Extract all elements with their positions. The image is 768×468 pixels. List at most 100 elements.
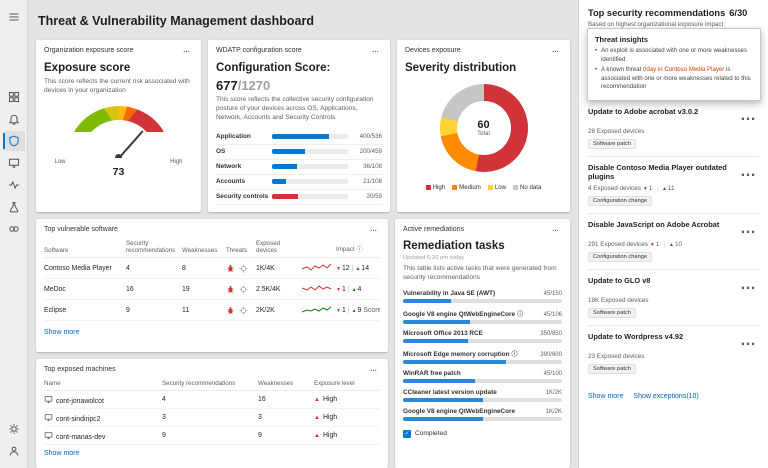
more-options-icon[interactable] <box>738 107 759 125</box>
more-options-icon[interactable] <box>550 226 562 233</box>
recommendation-item[interactable]: Update to GLO v8 18K Exposed devices Sof… <box>588 270 759 326</box>
legend-swatch <box>426 185 431 190</box>
more-options-icon[interactable] <box>738 276 759 294</box>
recommendation-item[interactable]: Update to Wordpress v4.92 23 Exposed dev… <box>588 326 759 381</box>
score-impact-up: 10 <box>669 241 682 248</box>
machine-icon <box>44 434 56 441</box>
info-icon <box>515 311 523 318</box>
sidebar-item-menu[interactable] <box>3 7 25 27</box>
table-row[interactable]: Eclipse 9 11 2K/2K 19Score <box>44 300 380 321</box>
show-more-link[interactable]: Show more <box>44 329 79 336</box>
recommendation-item[interactable]: Update to Adobe acrobat v3.0.2 28 Expose… <box>588 101 759 157</box>
task-progress-fill <box>403 379 475 383</box>
severity-heading: Severity distribution <box>405 62 562 74</box>
more-options-icon[interactable] <box>738 163 759 181</box>
sidebar <box>0 0 28 468</box>
completed-filter[interactable]: Completed <box>403 430 562 438</box>
machine-icon <box>44 416 56 423</box>
configuration-change-tag: Configuration change <box>588 252 652 262</box>
trend-sparkline <box>302 283 332 294</box>
more-options-icon[interactable] <box>370 47 382 54</box>
task-progress-fill <box>403 320 470 324</box>
config-bar-fill <box>272 134 329 139</box>
remediation-task[interactable]: WinRAR free patch45/100 <box>403 370 562 383</box>
table-row[interactable]: MeDoc 16 19 2.5K/4K 14 <box>44 279 380 300</box>
vulnerable-software-table: Software Security recommendations Weakne… <box>44 238 380 321</box>
high-exposure-icon <box>314 414 323 421</box>
more-options-icon[interactable] <box>738 220 759 238</box>
legend-swatch <box>452 185 457 190</box>
monitor-icon <box>8 157 20 169</box>
more-options-icon[interactable] <box>368 226 380 233</box>
info-icon <box>510 351 518 358</box>
exposure-impact-down: 1 <box>650 241 659 248</box>
recommendation-item[interactable]: Disable JavaScript on Adobe Acrobat 291 … <box>588 214 759 270</box>
remediation-task[interactable]: CCleaner latest version update1K/2K <box>403 389 562 402</box>
table-row[interactable]: cont-manas-dev 9 9 High <box>44 427 380 445</box>
config-bar-fill <box>272 149 305 154</box>
flask-icon <box>8 201 20 213</box>
sidebar-item-service-health[interactable] <box>3 175 25 195</box>
more-options-icon[interactable] <box>550 47 562 54</box>
remediation-task[interactable]: Microsoft Edge memory corruption390/600 <box>403 349 562 364</box>
crosshair-icon <box>239 285 248 294</box>
card-title: Top exposed machines <box>44 366 116 373</box>
sidebar-item-machines[interactable] <box>3 153 25 173</box>
bug-icon <box>226 285 235 294</box>
config-category-row: Security controls 20/59 <box>216 190 382 205</box>
shield-icon <box>8 135 20 147</box>
show-more-link[interactable]: Show more <box>588 393 623 400</box>
crosshair-icon <box>239 264 248 273</box>
trend-sparkline <box>302 304 332 315</box>
sidebar-item-user[interactable] <box>3 441 25 461</box>
card-title: WDATP configuration score <box>216 47 302 54</box>
top-vulnerable-software-card: Top vulnerable software Software Securit… <box>36 219 388 352</box>
table-row[interactable]: cont-jonawolcot 4 16 High <box>44 391 380 409</box>
severity-legend: High Medium Low No data <box>405 184 562 191</box>
gauge-high-label: High <box>170 159 182 165</box>
score-impact-up: 4 <box>352 286 362 293</box>
sidebar-item-simulations[interactable] <box>3 197 25 217</box>
table-row[interactable]: cont-sindiripc2 3 3 High <box>44 409 380 427</box>
panel-title: Top security recommendations <box>588 8 725 18</box>
config-category-row: OS 200/459 <box>216 145 382 160</box>
score-impact-up: 14 <box>355 265 369 272</box>
config-bar-fill <box>272 194 298 199</box>
legend-swatch <box>488 185 493 190</box>
active-remediations-card: Active remediations Remediation tasks Up… <box>395 219 570 468</box>
software-patch-tag: Software patch <box>588 308 636 318</box>
high-exposure-icon <box>314 432 323 439</box>
exposure-description: This score reflects the current risk ass… <box>44 78 193 96</box>
sidebar-item-tvm[interactable] <box>3 131 25 151</box>
exposure-score-value: 73 <box>44 166 193 178</box>
remediation-task[interactable]: Vulnerability in Java SE (AWT)45/150 <box>403 290 562 303</box>
task-progress-fill <box>403 417 483 421</box>
remediation-task[interactable]: Google V8 engine QtWebEngineCore45/106 <box>403 309 562 324</box>
sidebar-item-settings[interactable] <box>3 419 25 439</box>
show-exceptions-link[interactable]: Show exceptions(10) <box>633 393 698 400</box>
more-options-icon[interactable] <box>368 366 380 373</box>
more-options-icon[interactable] <box>738 332 759 350</box>
bug-icon <box>226 306 235 315</box>
remediation-task[interactable]: Microsoft Office 2013 RCE350/850 <box>403 330 562 343</box>
sidebar-item-partners[interactable] <box>3 219 25 239</box>
severity-total: 60 <box>477 119 489 131</box>
legend-swatch <box>513 185 518 190</box>
sidebar-item-alerts[interactable] <box>3 109 25 129</box>
show-more-link[interactable]: Show more <box>44 450 380 457</box>
dashboard-icon <box>8 91 20 103</box>
config-bar-fill <box>272 164 297 169</box>
exposure-score-card: Organization exposure score Exposure sco… <box>36 40 201 212</box>
recommendation-item[interactable]: Disable Contoso Media Player outdated pl… <box>588 157 759 214</box>
more-options-icon[interactable] <box>181 47 193 54</box>
exposure-impact-down: 1 <box>336 307 346 314</box>
completed-checkbox[interactable] <box>403 430 411 438</box>
exposure-gauge: Low High 73 <box>44 106 193 178</box>
remediation-task[interactable]: Google V8 engine QtWebEngineCore1K/2K <box>403 408 562 421</box>
remediation-heading: Remediation tasks <box>403 240 562 252</box>
table-row[interactable]: Contoso Media Player 4 8 1K/4K 1214 <box>44 258 380 279</box>
main-content: Threat & Vulnerability Management dashbo… <box>28 0 578 468</box>
config-bar-fill <box>272 179 286 184</box>
sidebar-item-dashboard[interactable] <box>3 87 25 107</box>
trend-sparkline <box>302 262 332 273</box>
